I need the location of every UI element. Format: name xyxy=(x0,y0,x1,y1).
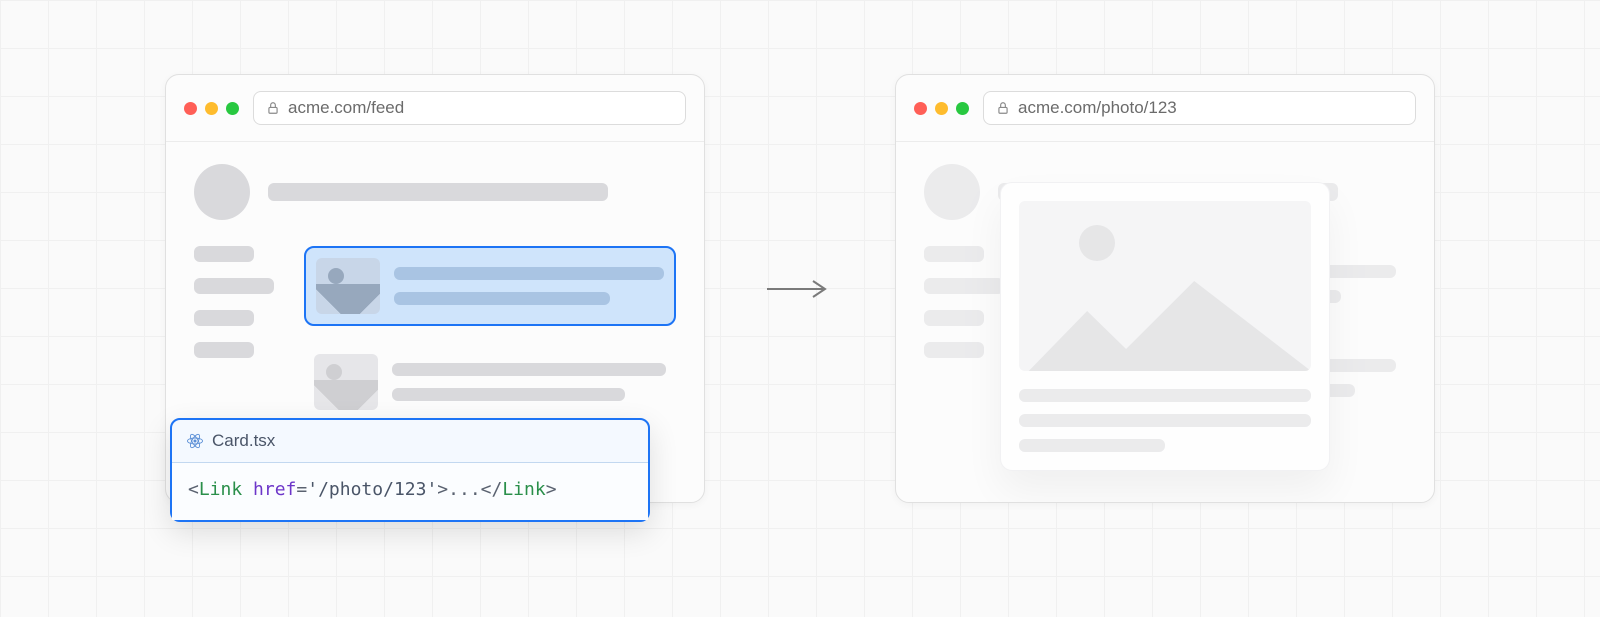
sidebar-item-placeholder xyxy=(194,278,274,294)
titlebar: acme.com/feed xyxy=(166,75,704,142)
code-snippet: <Link href='/photo/123'>...</Link> xyxy=(172,463,648,520)
minimize-dot[interactable] xyxy=(935,102,948,115)
react-icon xyxy=(186,432,204,450)
url-bar[interactable]: acme.com/feed xyxy=(253,91,686,125)
browser-window-photo: acme.com/photo/123 xyxy=(895,74,1435,503)
sidebar xyxy=(194,246,280,420)
code-filename: Card.tsx xyxy=(212,431,275,451)
sidebar-item-placeholder xyxy=(924,310,984,326)
lock-icon xyxy=(996,101,1010,115)
minimize-dot[interactable] xyxy=(205,102,218,115)
avatar-placeholder xyxy=(194,164,250,220)
sidebar-item-placeholder xyxy=(194,246,254,262)
feed-card-selected[interactable] xyxy=(304,246,676,326)
sidebar-item-placeholder xyxy=(924,278,1004,294)
image-thumbnail-icon xyxy=(314,354,378,410)
title-placeholder xyxy=(268,183,608,201)
text-placeholder xyxy=(1019,414,1311,427)
code-popover: Card.tsx <Link href='/photo/123'>...</Li… xyxy=(170,418,650,522)
image-thumbnail-icon xyxy=(316,258,380,314)
avatar-placeholder xyxy=(924,164,980,220)
url-bar[interactable]: acme.com/photo/123 xyxy=(983,91,1416,125)
sidebar-item-placeholder xyxy=(194,342,254,358)
sidebar-item-placeholder xyxy=(924,342,984,358)
feed-list xyxy=(304,246,676,420)
window-controls xyxy=(914,102,969,115)
photo-description-placeholder xyxy=(1019,389,1311,452)
text-placeholder xyxy=(394,292,610,305)
photo-large-placeholder xyxy=(1019,201,1311,371)
text-placeholder xyxy=(392,388,625,401)
code-file-header: Card.tsx xyxy=(172,420,648,463)
text-placeholder xyxy=(1019,439,1165,452)
window-controls xyxy=(184,102,239,115)
maximize-dot[interactable] xyxy=(956,102,969,115)
text-placeholder xyxy=(392,363,666,376)
text-placeholder xyxy=(394,267,664,280)
close-dot[interactable] xyxy=(184,102,197,115)
feed-card[interactable] xyxy=(304,344,676,420)
arrow-icon xyxy=(765,277,835,301)
lock-icon xyxy=(266,101,280,115)
titlebar: acme.com/photo/123 xyxy=(896,75,1434,142)
photo-content xyxy=(896,142,1434,502)
sidebar-item-placeholder xyxy=(924,246,984,262)
feed-header xyxy=(194,164,676,220)
photo-modal xyxy=(1000,182,1330,471)
text-placeholder xyxy=(1019,389,1311,402)
sidebar-item-placeholder xyxy=(194,310,254,326)
url-text: acme.com/photo/123 xyxy=(1018,98,1177,118)
maximize-dot[interactable] xyxy=(226,102,239,115)
close-dot[interactable] xyxy=(914,102,927,115)
url-text: acme.com/feed xyxy=(288,98,404,118)
